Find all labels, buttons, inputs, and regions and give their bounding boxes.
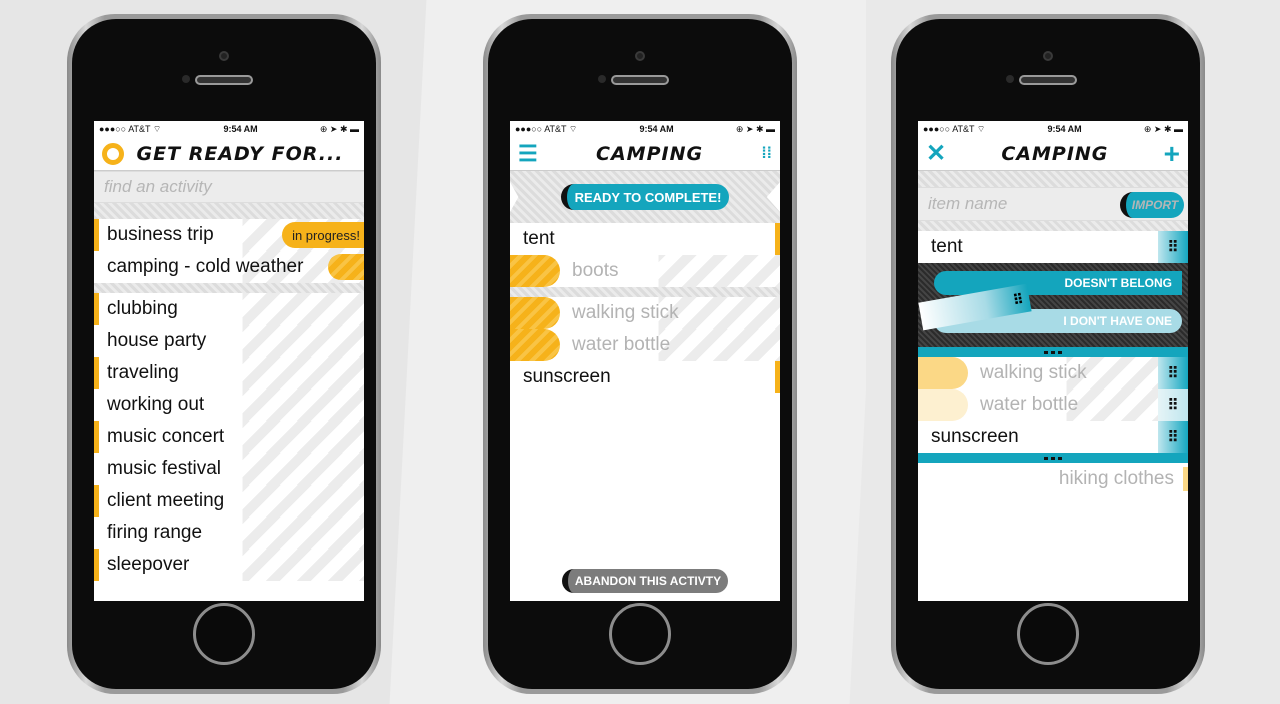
- check-indicator: [510, 329, 560, 361]
- page-title: CAMPING: [1001, 142, 1109, 165]
- check-indicator: [918, 357, 968, 389]
- section-divider: [918, 453, 1188, 463]
- front-camera: [1043, 51, 1053, 61]
- list-item[interactable]: working out: [94, 389, 364, 421]
- front-camera: [635, 51, 645, 61]
- list-item[interactable]: music festival: [94, 453, 364, 485]
- drag-handle-icon: ⠿: [1011, 290, 1025, 308]
- ring-icon[interactable]: [102, 142, 124, 165]
- list-item-done[interactable]: boots: [510, 255, 780, 287]
- home-button[interactable]: [193, 603, 255, 665]
- drag-handle-icon[interactable]: ⠿: [1158, 357, 1188, 389]
- list-item[interactable]: camping - cold weather: [94, 251, 364, 283]
- in-progress-badge: in progress!: [282, 222, 364, 248]
- list-item-done[interactable]: walking stick: [510, 297, 780, 329]
- camping-edit-screen: ●●●○○ AT&T ⌔ 9:54 AM ⊕ ➤ ✱ ▬ ✕ CAMPING +…: [918, 121, 1188, 601]
- list-item[interactable]: tent: [510, 223, 780, 255]
- check-indicator: [510, 255, 560, 287]
- list-item[interactable]: house party: [94, 325, 364, 357]
- close-icon[interactable]: ✕: [926, 139, 946, 168]
- proximity-sensor: [182, 75, 190, 83]
- battery-icon: ⊕ ➤ ✱ ▬: [319, 123, 359, 134]
- page-title: GET READY FOR...: [136, 142, 344, 165]
- proximity-sensor: [598, 75, 606, 83]
- page-title: CAMPING: [596, 142, 704, 165]
- list-item[interactable]: business trip in progress!: [94, 219, 364, 251]
- list-item[interactable]: traveling: [94, 357, 364, 389]
- clock: 9:54 AM: [1047, 124, 1082, 134]
- status-bar: ●●●○○ AT&T ⌔ 9:54 AM ⊕ ➤ ✱ ▬: [94, 121, 364, 137]
- activity-list-screen: ●●●○○ AT&T ⌔ 9:54 AM ⊕ ➤ ✱ ▬ GET READY F…: [94, 121, 364, 601]
- list-item-done[interactable]: water bottle ⠿: [918, 389, 1188, 421]
- drag-handle-icon[interactable]: ⠿: [1158, 389, 1188, 421]
- abandon-activity-button[interactable]: ABANDON THIS ACTIVTY: [562, 569, 728, 593]
- list-item[interactable]: clubbing: [94, 293, 364, 325]
- proximity-sensor: [1006, 75, 1014, 83]
- carrier: ●●●○○ AT&T ⌔: [99, 123, 162, 134]
- import-button[interactable]: IMPORT: [1120, 192, 1184, 218]
- navbar: ☰ CAMPING ⁞⁞: [510, 137, 780, 171]
- list-item[interactable]: firing range: [94, 517, 364, 549]
- section-divider: [918, 347, 1188, 357]
- list-item-done[interactable]: water bottle: [510, 329, 780, 361]
- front-camera: [219, 51, 229, 61]
- grid-icon[interactable]: ⁞⁞: [761, 145, 772, 163]
- list-item-extra[interactable]: hiking clothes: [918, 463, 1188, 495]
- clock: 9:54 AM: [639, 124, 674, 134]
- menu-icon[interactable]: ☰: [518, 141, 538, 167]
- navbar: ✕ CAMPING +: [918, 137, 1188, 171]
- phone-3: ●●●○○ AT&T ⌔ 9:54 AM ⊕ ➤ ✱ ▬ ✕ CAMPING +…: [891, 14, 1205, 694]
- drag-handle-icon[interactable]: ⠿: [1158, 231, 1188, 263]
- search-input[interactable]: find an activity: [94, 171, 364, 203]
- in-progress-indicator: [328, 254, 364, 280]
- home-button[interactable]: [1017, 603, 1079, 665]
- phone-2: ●●●○○ AT&T ⌔ 9:54 AM ⊕ ➤ ✱ ▬ ☰ CAMPING ⁞…: [483, 14, 797, 694]
- list-item[interactable]: client meeting: [94, 485, 364, 517]
- carrier: ●●●○○ AT&T ⌔: [923, 123, 986, 134]
- drag-handle-icon[interactable]: ⠿: [1158, 421, 1188, 453]
- list-item[interactable]: sleepover: [94, 549, 364, 581]
- swipe-actions: DOESN'T BELONG I DON'T HAVE ONE ⠿: [918, 263, 1188, 347]
- check-indicator: [510, 297, 560, 329]
- battery-icon: ⊕ ➤ ✱ ▬: [735, 123, 775, 134]
- earpiece-speaker: [195, 75, 253, 85]
- list-item[interactable]: sunscreen: [510, 361, 780, 393]
- home-button[interactable]: [609, 603, 671, 665]
- earpiece-speaker: [1019, 75, 1077, 85]
- add-icon[interactable]: +: [1164, 139, 1180, 168]
- camping-screen: ●●●○○ AT&T ⌔ 9:54 AM ⊕ ➤ ✱ ▬ ☰ CAMPING ⁞…: [510, 121, 780, 601]
- check-indicator: [918, 389, 968, 421]
- phone-1: ●●●○○ AT&T ⌔ 9:54 AM ⊕ ➤ ✱ ▬ GET READY F…: [67, 14, 381, 694]
- list-item[interactable]: sunscreen ⠿: [918, 421, 1188, 453]
- status-bar: ●●●○○ AT&T ⌔ 9:54 AM ⊕ ➤ ✱ ▬: [918, 121, 1188, 137]
- list-item[interactable]: music concert: [94, 421, 364, 453]
- carrier: ●●●○○ AT&T ⌔: [515, 123, 578, 134]
- list-item-done[interactable]: walking stick ⠿: [918, 357, 1188, 389]
- navbar: GET READY FOR...: [94, 137, 364, 171]
- list-item[interactable]: tent ⠿: [918, 231, 1188, 263]
- ready-to-complete-button[interactable]: READY TO COMPLETE!: [561, 184, 729, 210]
- battery-icon: ⊕ ➤ ✱ ▬: [1143, 123, 1183, 134]
- item-name-input[interactable]: item name IMPORT: [918, 187, 1188, 221]
- earpiece-speaker: [611, 75, 669, 85]
- doesnt-belong-button[interactable]: DOESN'T BELONG: [934, 271, 1182, 295]
- clock: 9:54 AM: [223, 124, 258, 134]
- status-bar: ●●●○○ AT&T ⌔ 9:54 AM ⊕ ➤ ✱ ▬: [510, 121, 780, 137]
